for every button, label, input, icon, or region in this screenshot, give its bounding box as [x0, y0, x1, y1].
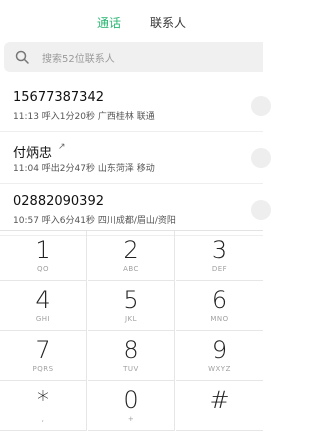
key-2[interactable]: 2 ABC	[88, 231, 175, 281]
call-meta: 11:13 呼入1分20秒 广西桂林 联通	[13, 112, 155, 122]
key-letters: TUV	[123, 365, 139, 373]
key-digit: #	[209, 386, 230, 414]
key-digit: 7	[35, 336, 51, 364]
key-3[interactable]: 3 DEF	[176, 231, 263, 281]
key-8[interactable]: 8 TUV	[88, 331, 175, 381]
key-5[interactable]: 5 JKL	[88, 281, 175, 331]
key-0[interactable]: 0 +	[88, 381, 175, 431]
key-letters: +	[127, 415, 135, 423]
key-digit: 4	[35, 286, 51, 314]
key-4[interactable]: 4 GHI	[0, 281, 87, 331]
key-digit: 5	[123, 286, 139, 314]
key-letters: WXYZ	[208, 365, 231, 373]
key-9[interactable]: 9 WXYZ	[176, 331, 263, 381]
key-digit: 6	[211, 286, 228, 314]
key-digit: 0	[123, 386, 139, 414]
tab-contacts[interactable]: 联系人	[150, 14, 186, 31]
key-letters: MNO	[210, 315, 229, 323]
search-input[interactable]: 搜索52位联系人	[42, 50, 115, 65]
call-name: 15677387342	[13, 90, 104, 105]
key-letters: PQRS	[32, 365, 54, 373]
call-log-list: 15677387342 11:13 呼入1分20秒 广西桂林 联通 付炳忠 ↗ 1…	[0, 80, 271, 236]
key-digit: 2	[123, 236, 139, 264]
call-log-item[interactable]: 15677387342 11:13 呼入1分20秒 广西桂林 联通	[0, 80, 271, 132]
call-name: 付炳忠 ↗	[13, 142, 66, 161]
key-letters: ,	[41, 415, 45, 423]
call-detail-icon[interactable]	[251, 96, 271, 116]
key-letters: QO	[36, 265, 50, 273]
call-meta: 10:57 呼入6分41秒 四川成都/眉山/资阳	[13, 216, 176, 226]
call-name-text: 付炳忠	[13, 146, 53, 161]
call-detail-icon[interactable]	[251, 148, 271, 168]
search-icon	[15, 50, 29, 64]
key-letters: GHI	[35, 315, 51, 323]
key-digit: 8	[123, 336, 139, 364]
call-name: 02882090392	[13, 194, 104, 209]
key-letters: JKL	[124, 315, 138, 323]
key-star[interactable]: * ,	[0, 381, 87, 431]
call-detail-icon[interactable]	[251, 200, 271, 220]
key-letters: ABC	[123, 265, 139, 273]
search-bar[interactable]: 搜索52位联系人	[4, 42, 263, 72]
key-7[interactable]: 7 PQRS	[0, 331, 87, 381]
key-digit: 3	[211, 236, 228, 264]
key-6[interactable]: 6 MNO	[176, 281, 263, 331]
key-digit: *	[37, 386, 49, 414]
key-letters: DEF	[211, 265, 228, 273]
top-tabs: 通话 联系人	[0, 0, 263, 40]
key-digit: 1	[35, 236, 51, 264]
key-digit: 9	[211, 336, 228, 364]
call-meta: 11:04 呼出2分47秒 山东菏泽 移动	[13, 164, 155, 174]
tab-calls[interactable]: 通话	[97, 14, 121, 31]
call-log-item[interactable]: 02882090392 10:57 呼入6分41秒 四川成都/眉山/资阳	[0, 184, 271, 236]
outgoing-call-icon: ↗	[58, 142, 66, 152]
key-1[interactable]: 1 QO	[0, 231, 87, 281]
key-hash[interactable]: #	[176, 381, 263, 431]
dial-keypad: 1 QO 2 ABC 3 DEF 4 GHI 5 JKL 6 MNO 7 PQR…	[0, 230, 263, 434]
call-log-item[interactable]: 付炳忠 ↗ 11:04 呼出2分47秒 山东菏泽 移动	[0, 132, 271, 184]
